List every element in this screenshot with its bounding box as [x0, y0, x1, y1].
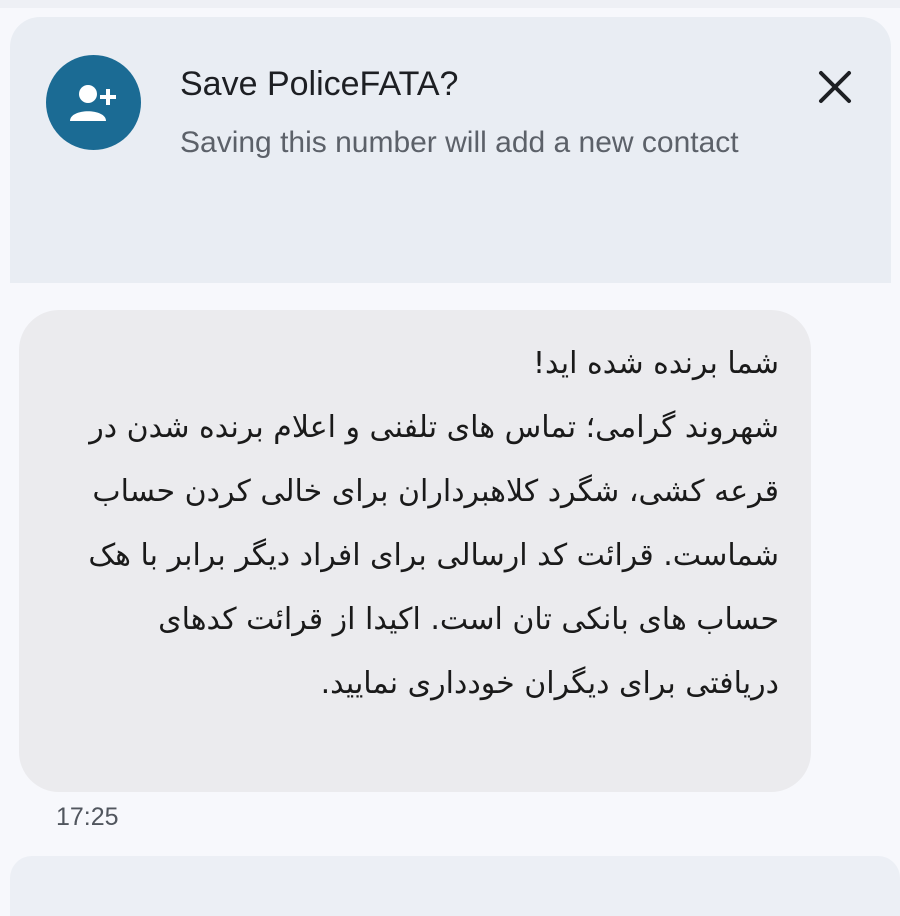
top-strip [0, 0, 900, 8]
add-person-avatar[interactable] [46, 55, 141, 150]
message-timestamp: 17:25 [56, 803, 119, 831]
add-person-icon [69, 84, 116, 121]
message-bubble[interactable]: شما برنده شده اید! شهروند گرامی؛ تماس ها… [19, 310, 811, 792]
bottom-card [10, 856, 900, 916]
save-contact-card: Save PoliceFATA? Saving this number will… [10, 17, 891, 283]
close-button[interactable] [810, 62, 860, 112]
close-icon [819, 71, 851, 103]
save-contact-title: Save PoliceFATA? [180, 65, 459, 103]
save-contact-subtitle: Saving this number will add a new contac… [180, 126, 739, 159]
message-text: شما برنده شده اید! شهروند گرامی؛ تماس ها… [88, 346, 779, 701]
